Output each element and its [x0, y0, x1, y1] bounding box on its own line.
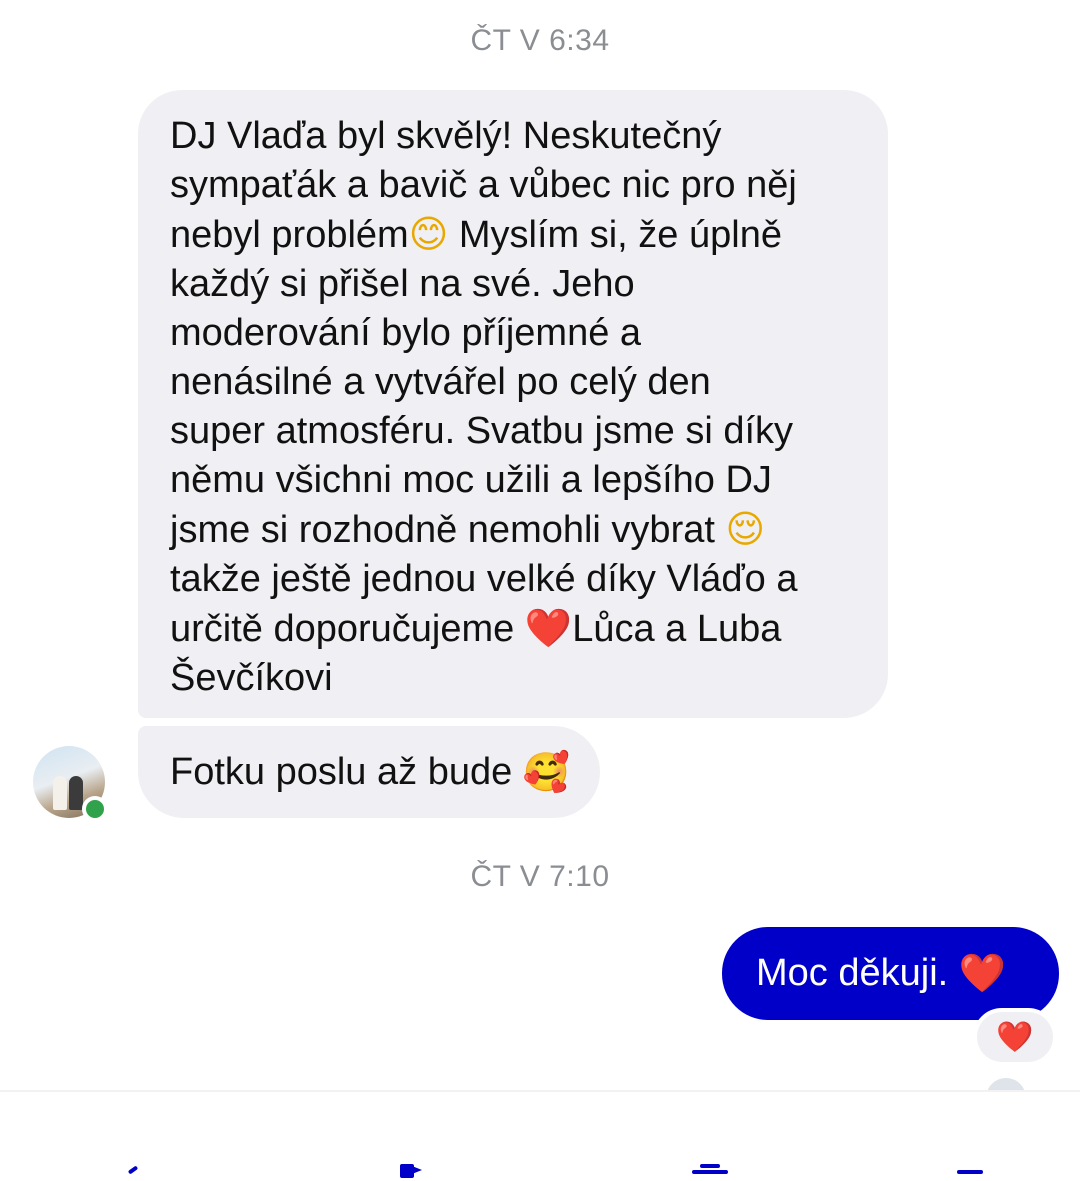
- message-line: nebyl problém😊 Myslím si, že úplně: [170, 212, 782, 256]
- avatar-photo-figure: [53, 776, 67, 810]
- avatar-photo-figure: [69, 776, 83, 810]
- message-line: moderování bylo příjemné a: [170, 312, 642, 354]
- message-line: němu všichni moc užili a lepšího DJ: [170, 459, 772, 501]
- message-line: Ševčíkovi: [170, 657, 333, 699]
- outgoing-message-bubble[interactable]: Moc děkuji. ❤️: [722, 927, 1059, 1020]
- bottom-action-bar: [0, 1090, 1080, 1181]
- reply-icon[interactable]: [116, 1164, 156, 1181]
- incoming-message-bubble[interactable]: DJ Vlaďa byl skvělý! Neskutečný sympaťák…: [138, 90, 888, 718]
- message-line: DJ Vlaďa byl skvělý! Neskutečný: [170, 115, 722, 157]
- timestamp: ČT V 6:34: [470, 24, 610, 57]
- forward-icon[interactable]: [398, 1164, 438, 1181]
- relieved-emoji-icon: 😌: [725, 507, 766, 551]
- timestamp: ČT V 7:10: [470, 860, 610, 893]
- message-line: takže ještě jednou velké díky Vláďo a: [170, 558, 798, 600]
- message-line: každý si přišel na své. Jeho: [170, 263, 635, 305]
- incoming-message-bubble[interactable]: Fotku poslu až bude 🥰: [138, 726, 601, 818]
- delete-icon[interactable]: [690, 1164, 730, 1181]
- online-status-icon: [82, 796, 108, 822]
- message-line: super atmosféru. Svatbu jsme si díky: [170, 410, 794, 452]
- heart-reaction-icon: ❤️: [996, 1019, 1034, 1055]
- heart-emoji-icon: ❤️: [958, 951, 1007, 995]
- message-line: jsme si rozhodně nemohli vybrat 😌: [170, 507, 766, 551]
- message-line: určitě doporučujeme ❤️Lůca a Luba: [170, 606, 782, 650]
- message-reaction[interactable]: ❤️: [973, 1008, 1057, 1066]
- message-line: nenásilné a vytvářel po celý den: [170, 361, 711, 403]
- more-icon[interactable]: [955, 1164, 995, 1181]
- chat-screen: ČT V 6:34 DJ Vlaďa byl skvělý! Neskutečn…: [0, 0, 1080, 1181]
- smiling-hearts-emoji-icon: 🥰: [522, 749, 571, 794]
- message-text: Fotku poslu až bude: [170, 750, 513, 793]
- smile-emoji-icon: 😊: [408, 212, 449, 256]
- message-text: Moc děkuji.: [756, 952, 949, 994]
- message-line: sympaťák a bavič a vůbec nic pro něj: [170, 164, 797, 206]
- heart-emoji-icon: ❤️: [524, 606, 573, 650]
